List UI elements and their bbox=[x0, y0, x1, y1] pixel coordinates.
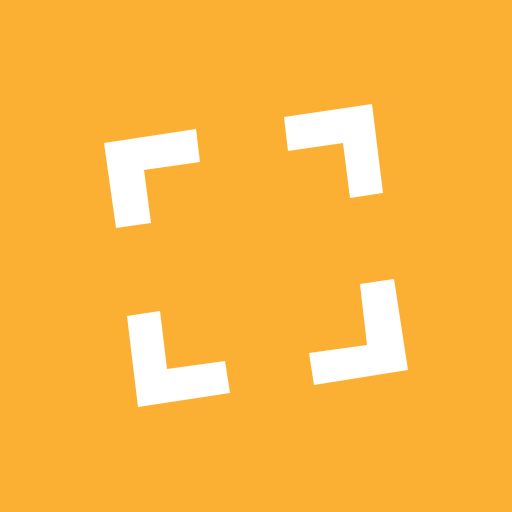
corner-bottom-right-icon bbox=[309, 279, 408, 385]
fullscreen-frame-icon bbox=[104, 104, 408, 407]
app-icon[interactable] bbox=[0, 0, 512, 512]
corner-top-left-icon bbox=[104, 129, 200, 228]
corner-bottom-left-icon bbox=[127, 311, 230, 407]
corner-top-right-icon bbox=[284, 104, 383, 198]
